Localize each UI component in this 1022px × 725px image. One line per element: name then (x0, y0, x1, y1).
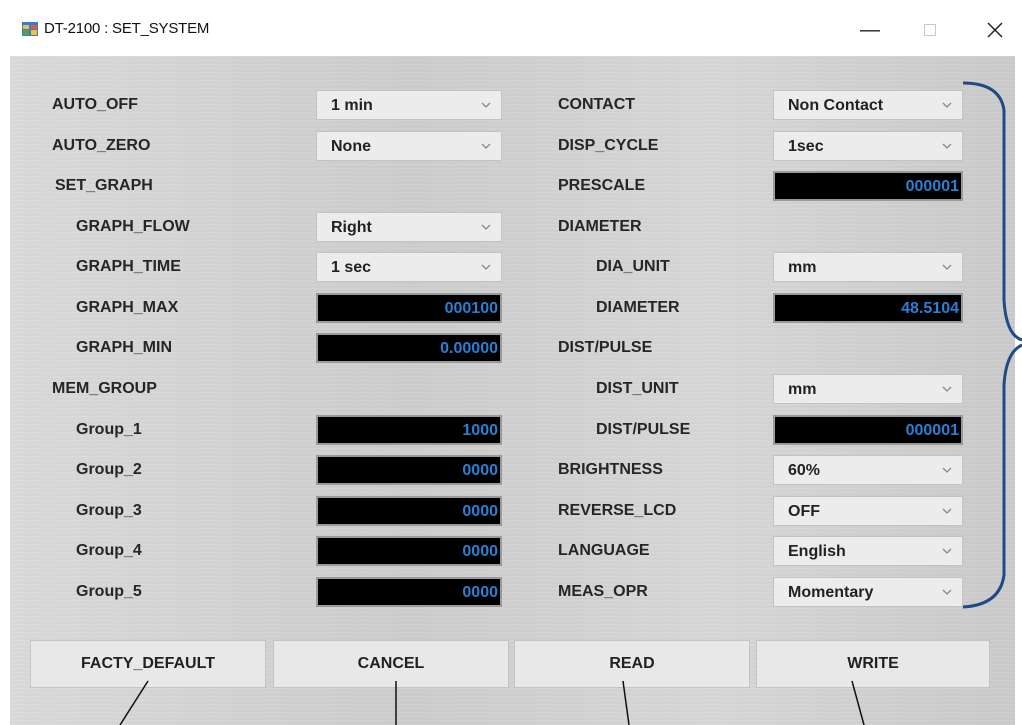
contact-label: CONTACT (558, 96, 636, 113)
graph-min-input[interactable]: 0.00000 (316, 333, 502, 363)
maximize-icon (924, 24, 936, 36)
disp-cycle-select[interactable]: 1sec (773, 131, 963, 161)
diameter-value: 48.5104 (901, 300, 959, 317)
language-label: LANGUAGE (558, 542, 650, 559)
auto-off-label: AUTO_OFF (52, 96, 138, 113)
mem-group-label: MEM_GROUP (52, 380, 157, 397)
auto-off-value: 1 min (331, 97, 373, 114)
group-1-value: 1000 (462, 422, 498, 439)
graph-time-label: GRAPH_TIME (76, 258, 181, 275)
dist-unit-select[interactable]: mm (773, 374, 963, 404)
group-2-label: Group_2 (76, 461, 142, 478)
auto-zero-label: AUTO_ZERO (52, 137, 151, 154)
auto-off-select[interactable]: 1 min (316, 90, 502, 120)
chevron-down-icon (942, 508, 952, 514)
dist-pulse-group-label: DIST/PULSE (558, 339, 653, 356)
dist-unit-value: mm (788, 381, 817, 398)
dist-pulse-input[interactable]: 000001 (773, 415, 963, 445)
graph-min-label: GRAPH_MIN (76, 339, 173, 356)
graph-time-value: 1 sec (331, 259, 372, 276)
graph-flow-label: GRAPH_FLOW (76, 218, 190, 235)
auto-zero-value: None (331, 138, 371, 155)
cancel-button[interactable]: CANCEL (273, 640, 509, 688)
graph-max-label: GRAPH_MAX (76, 299, 179, 316)
brightness-value: 60% (788, 462, 821, 479)
maximize-button[interactable] (910, 12, 950, 48)
disp-cycle-label: DISP_CYCLE (558, 137, 659, 154)
close-button[interactable] (975, 12, 1015, 48)
facty-default-button[interactable]: FACTY_DEFAULT (30, 640, 266, 688)
diameter-group-label: DIAMETER (558, 218, 642, 235)
diameter-input[interactable]: 48.5104 (773, 293, 963, 323)
dist-pulse-value: 000001 (905, 422, 959, 439)
chevron-down-icon (942, 467, 952, 473)
meas-opr-value: Momentary (788, 584, 874, 601)
chevron-down-icon (942, 143, 952, 149)
reverse-lcd-select[interactable]: OFF (773, 496, 963, 526)
chevron-down-icon (481, 143, 491, 149)
dia-unit-label: DIA_UNIT (596, 258, 670, 275)
chevron-down-icon (481, 224, 491, 230)
group-3-label: Group_3 (76, 502, 142, 519)
dia-unit-value: mm (788, 259, 817, 276)
app-window-icon (22, 22, 38, 36)
language-select[interactable]: English (773, 536, 963, 566)
graph-flow-value: Right (331, 219, 372, 236)
dia-unit-select[interactable]: mm (773, 252, 963, 282)
group-5-input[interactable]: 0000 (316, 577, 502, 607)
contact-select[interactable]: Non Contact (773, 90, 963, 120)
chevron-down-icon (942, 548, 952, 554)
prescale-label: PRESCALE (558, 177, 646, 194)
chevron-down-icon (942, 102, 952, 108)
minimize-icon: — (860, 19, 880, 41)
contact-value: Non Contact (788, 97, 884, 114)
graph-max-input[interactable]: 000100 (316, 293, 502, 323)
graph-min-value: 0.00000 (440, 340, 498, 357)
group-3-input[interactable]: 0000 (316, 496, 502, 526)
prescale-value: 000001 (905, 178, 959, 195)
group-4-input[interactable]: 0000 (316, 536, 502, 566)
dist-unit-label: DIST_UNIT (596, 380, 679, 397)
graph-max-value: 000100 (444, 300, 498, 317)
brightness-label: BRIGHTNESS (558, 461, 663, 478)
group-2-input[interactable]: 0000 (316, 455, 502, 485)
language-value: English (788, 543, 846, 560)
reverse-lcd-value: OFF (788, 503, 820, 520)
read-button[interactable]: READ (514, 640, 750, 688)
set-graph-label: SET_GRAPH (55, 177, 153, 194)
group-4-label: Group_4 (76, 542, 142, 559)
write-button[interactable]: WRITE (756, 640, 990, 688)
brightness-select[interactable]: 60% (773, 455, 963, 485)
chevron-down-icon (481, 102, 491, 108)
graph-flow-select[interactable]: Right (316, 212, 502, 242)
group-5-value: 0000 (462, 584, 498, 601)
chevron-down-icon (481, 264, 491, 270)
chevron-down-icon (942, 386, 952, 392)
title-bar: DT-2100 : SET_SYSTEM — (0, 0, 1022, 56)
minimize-button[interactable]: — (850, 12, 890, 48)
auto-zero-select[interactable]: None (316, 131, 502, 161)
window-title: DT-2100 : SET_SYSTEM (44, 20, 210, 37)
diameter-label: DIAMETER (596, 299, 680, 316)
chevron-down-icon (942, 589, 952, 595)
group-3-value: 0000 (462, 503, 498, 520)
group-2-value: 0000 (462, 462, 498, 479)
group-5-label: Group_5 (76, 583, 142, 600)
close-icon (987, 22, 1003, 38)
disp-cycle-value: 1sec (788, 138, 824, 155)
prescale-input[interactable]: 000001 (773, 171, 963, 201)
graph-time-select[interactable]: 1 sec (316, 252, 502, 282)
chevron-down-icon (942, 264, 952, 270)
reverse-lcd-label: REVERSE_LCD (558, 502, 677, 519)
meas-opr-select[interactable]: Momentary (773, 577, 963, 607)
group-4-value: 0000 (462, 543, 498, 560)
dist-pulse-label: DIST/PULSE (596, 421, 691, 438)
meas-opr-label: MEAS_OPR (558, 583, 648, 600)
group-1-input[interactable]: 1000 (316, 415, 502, 445)
group-1-label: Group_1 (76, 421, 142, 438)
